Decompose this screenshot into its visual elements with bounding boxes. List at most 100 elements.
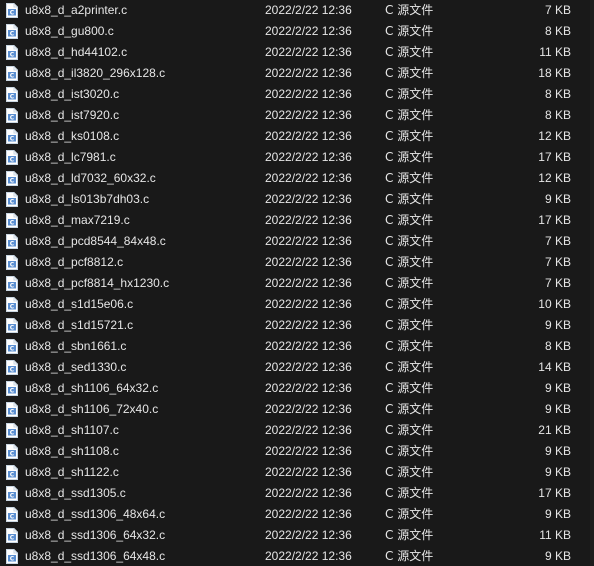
file-size: 21 KB: [538, 423, 571, 437]
file-row[interactable]: C u8x8_d_pcf8814_hx1230.c 2022/2/22 12:3…: [0, 273, 594, 294]
file-row[interactable]: C u8x8_d_ssd1306_64x32.c 2022/2/22 12:36…: [0, 525, 594, 546]
file-size: 7 KB: [544, 255, 571, 269]
file-size: 8 KB: [544, 339, 571, 353]
c-source-file-icon: C: [6, 507, 18, 522]
file-row[interactable]: C u8x8_d_ssd1305.c 2022/2/22 12:36 C 源文件…: [0, 483, 594, 504]
file-date-modified: 2022/2/22 12:36: [265, 255, 352, 269]
file-row[interactable]: C u8x8_d_sed1330.c 2022/2/22 12:36 C 源文件…: [0, 357, 594, 378]
file-name: u8x8_d_gu800.c: [25, 24, 114, 38]
file-type: C 源文件: [385, 129, 434, 143]
file-name: u8x8_d_hd44102.c: [25, 45, 128, 59]
file-row[interactable]: C u8x8_d_lc7981.c 2022/2/22 12:36 C 源文件 …: [0, 147, 594, 168]
file-name: u8x8_d_ist3020.c: [25, 87, 120, 101]
file-row[interactable]: C u8x8_d_sh1122.c 2022/2/22 12:36 C 源文件 …: [0, 462, 594, 483]
file-row[interactable]: C u8x8_d_sbn1661.c 2022/2/22 12:36 C 源文件…: [0, 336, 594, 357]
c-source-file-icon: C: [6, 234, 18, 249]
file-name: u8x8_d_ssd1306_48x64.c: [25, 507, 166, 521]
file-row[interactable]: C u8x8_d_gu800.c 2022/2/22 12:36 C 源文件 8…: [0, 21, 594, 42]
file-name: u8x8_d_pcf8814_hx1230.c: [25, 276, 170, 290]
file-name: u8x8_d_ssd1306_64x48.c: [25, 549, 166, 563]
file-type: C 源文件: [385, 45, 434, 59]
svg-text:C: C: [10, 367, 15, 374]
file-size: 17 KB: [538, 486, 571, 500]
file-type: C 源文件: [385, 528, 434, 542]
svg-text:C: C: [10, 157, 15, 164]
file-date-modified: 2022/2/22 12:36: [265, 192, 352, 206]
file-size: 18 KB: [538, 66, 571, 80]
file-date-modified: 2022/2/22 12:36: [265, 402, 352, 416]
file-row[interactable]: C u8x8_d_sh1108.c 2022/2/22 12:36 C 源文件 …: [0, 441, 594, 462]
svg-text:C: C: [10, 304, 15, 311]
c-source-file-icon: C: [6, 276, 18, 291]
file-row[interactable]: C u8x8_d_s1d15e06.c 2022/2/22 12:36 C 源文…: [0, 294, 594, 315]
c-source-file-icon: C: [6, 402, 18, 417]
file-row[interactable]: C u8x8_d_ist3020.c 2022/2/22 12:36 C 源文件…: [0, 84, 594, 105]
c-source-file-icon: C: [6, 66, 18, 81]
svg-text:C: C: [10, 136, 15, 143]
file-date-modified: 2022/2/22 12:36: [265, 339, 352, 353]
file-date-modified: 2022/2/22 12:36: [265, 129, 352, 143]
file-row[interactable]: C u8x8_d_il3820_296x128.c 2022/2/22 12:3…: [0, 63, 594, 84]
file-type: C 源文件: [385, 276, 434, 290]
svg-text:C: C: [10, 52, 15, 59]
file-size: 12 KB: [538, 171, 571, 185]
file-row[interactable]: C u8x8_d_ks0108.c 2022/2/22 12:36 C 源文件 …: [0, 126, 594, 147]
svg-text:C: C: [10, 283, 15, 290]
file-date-modified: 2022/2/22 12:36: [265, 549, 352, 563]
file-row[interactable]: C u8x8_d_max7219.c 2022/2/22 12:36 C 源文件…: [0, 210, 594, 231]
file-row[interactable]: C u8x8_d_ld7032_60x32.c 2022/2/22 12:36 …: [0, 168, 594, 189]
file-type: C 源文件: [385, 549, 434, 563]
file-row[interactable]: C u8x8_d_sh1106_72x40.c 2022/2/22 12:36 …: [0, 399, 594, 420]
file-size: 9 KB: [544, 402, 571, 416]
file-size: 17 KB: [538, 213, 571, 227]
svg-text:C: C: [10, 472, 15, 479]
file-name: u8x8_d_ls013b7dh03.c: [25, 192, 150, 206]
svg-text:C: C: [10, 115, 15, 122]
file-date-modified: 2022/2/22 12:36: [265, 87, 352, 101]
c-source-file-icon: C: [6, 444, 18, 459]
file-row[interactable]: C u8x8_d_ssd1306_64x48.c 2022/2/22 12:36…: [0, 546, 594, 566]
file-row[interactable]: C u8x8_d_ls013b7dh03.c 2022/2/22 12:36 C…: [0, 189, 594, 210]
file-row[interactable]: C u8x8_d_pcd8544_84x48.c 2022/2/22 12:36…: [0, 231, 594, 252]
file-date-modified: 2022/2/22 12:36: [265, 3, 352, 17]
file-row[interactable]: C u8x8_d_hd44102.c 2022/2/22 12:36 C 源文件…: [0, 42, 594, 63]
file-date-modified: 2022/2/22 12:36: [265, 507, 352, 521]
c-source-file-icon: C: [6, 486, 18, 501]
file-name: u8x8_d_sed1330.c: [25, 360, 127, 374]
c-source-file-icon: C: [6, 339, 18, 354]
file-date-modified: 2022/2/22 12:36: [265, 486, 352, 500]
file-name: u8x8_d_sh1106_64x32.c: [25, 381, 159, 395]
file-row[interactable]: C u8x8_d_ssd1306_48x64.c 2022/2/22 12:36…: [0, 504, 594, 525]
file-date-modified: 2022/2/22 12:36: [265, 381, 352, 395]
file-size: 11 KB: [539, 45, 571, 59]
file-name: u8x8_d_pcd8544_84x48.c: [25, 234, 166, 248]
file-type: C 源文件: [385, 297, 434, 311]
file-list: C u8x8_d_a2printer.c 2022/2/22 12:36 C 源…: [0, 0, 594, 566]
c-source-file-icon: C: [6, 528, 18, 543]
file-name: u8x8_d_s1d15721.c: [25, 318, 134, 332]
svg-text:C: C: [10, 535, 15, 542]
file-row[interactable]: C u8x8_d_sh1106_64x32.c 2022/2/22 12:36 …: [0, 378, 594, 399]
file-date-modified: 2022/2/22 12:36: [265, 423, 352, 437]
file-size: 10 KB: [538, 297, 571, 311]
file-row[interactable]: C u8x8_d_ist7920.c 2022/2/22 12:36 C 源文件…: [0, 105, 594, 126]
file-date-modified: 2022/2/22 12:36: [265, 360, 352, 374]
svg-text:C: C: [10, 430, 15, 437]
file-size: 17 KB: [538, 150, 571, 164]
file-name: u8x8_d_lc7981.c: [25, 150, 116, 164]
file-name: u8x8_d_sh1108.c: [25, 444, 119, 458]
file-size: 14 KB: [538, 360, 571, 374]
file-type: C 源文件: [385, 150, 434, 164]
file-row[interactable]: C u8x8_d_s1d15721.c 2022/2/22 12:36 C 源文…: [0, 315, 594, 336]
file-type: C 源文件: [385, 24, 434, 38]
file-row[interactable]: C u8x8_d_pcf8812.c 2022/2/22 12:36 C 源文件…: [0, 252, 594, 273]
file-row[interactable]: C u8x8_d_sh1107.c 2022/2/22 12:36 C 源文件 …: [0, 420, 594, 441]
file-row[interactable]: C u8x8_d_a2printer.c 2022/2/22 12:36 C 源…: [0, 0, 594, 21]
c-source-file-icon: C: [6, 3, 18, 18]
c-source-file-icon: C: [6, 318, 18, 333]
file-type: C 源文件: [385, 171, 434, 185]
c-source-file-icon: C: [6, 87, 18, 102]
file-size: 9 KB: [544, 444, 571, 458]
svg-text:C: C: [10, 178, 15, 185]
svg-text:C: C: [10, 451, 15, 458]
